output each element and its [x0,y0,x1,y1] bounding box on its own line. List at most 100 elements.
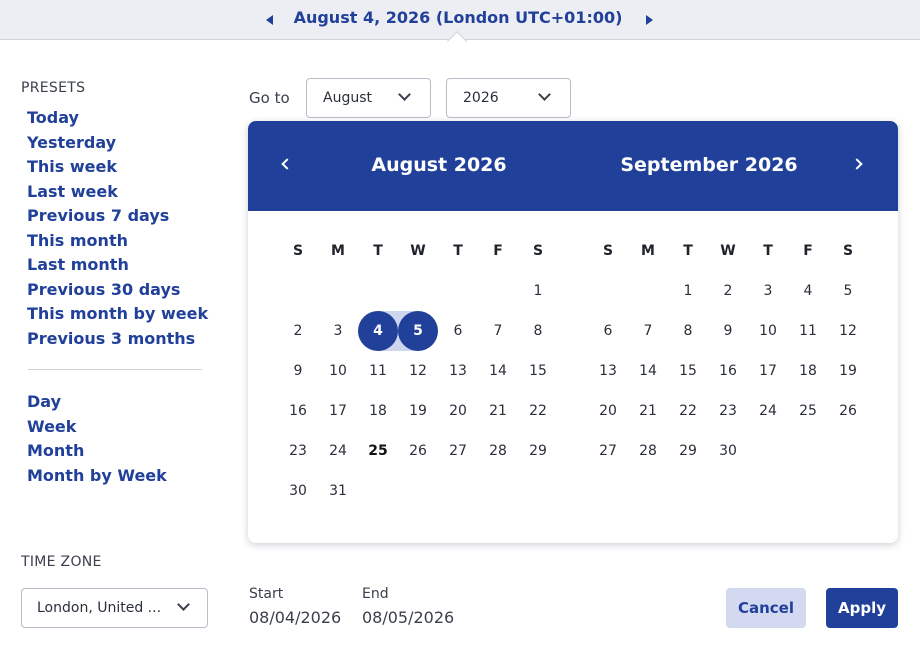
day-cell[interactable]: 22 [668,391,708,431]
day-number: 8 [533,323,543,339]
day-cell[interactable]: 15 [518,351,558,391]
day-cell[interactable]: 7 [478,311,518,351]
year-select[interactable]: 2026 [446,78,571,118]
view-month-by-week[interactable]: Month by Week [27,465,167,490]
day-cell[interactable]: 17 [318,391,358,431]
day-cell[interactable]: 22 [518,391,558,431]
weekday-label: S [532,243,544,259]
day-cell[interactable]: 17 [748,351,788,391]
day-cell[interactable]: 6 [588,311,628,351]
day-cell[interactable]: 13 [438,351,478,391]
day-cell-selected[interactable]: 4 [358,311,398,351]
day-cell[interactable]: 21 [478,391,518,431]
day-cell[interactable]: 29 [518,431,558,471]
day-cell[interactable]: 11 [788,311,828,351]
day-cell[interactable]: 15 [668,351,708,391]
day-cell[interactable]: 20 [588,391,628,431]
preset-yesterday[interactable]: Yesterday [27,132,208,157]
preset-today[interactable]: Today [27,107,208,132]
preset-this-month[interactable]: This month [27,230,208,255]
day-cell[interactable]: 26 [398,431,438,471]
month-select[interactable]: August [306,78,431,118]
day-cell[interactable]: 3 [318,311,358,351]
day-cell[interactable]: 2 [278,311,318,351]
day-number: 5 [843,283,853,299]
day-cell-selected[interactable]: 5 [398,311,438,351]
day-number: 19 [409,403,427,419]
day-number: 24 [759,403,777,419]
day-cell[interactable]: 23 [278,431,318,471]
day-cell[interactable]: 16 [278,391,318,431]
week-row: 13 14 15 16 17 18 19 [588,351,868,391]
day-cell[interactable]: 12 [398,351,438,391]
day-cell[interactable]: 6 [438,311,478,351]
day-cell[interactable]: 18 [358,391,398,431]
day-cell[interactable]: 26 [828,391,868,431]
month-grid-september: S M T W T F S 1 2 3 4 5 6 7 8 9 10 11 12 13 14 15 16 17 18 19 20 21… [588,231,868,471]
day-number: 5 [413,323,423,339]
day-number: 24 [329,443,347,459]
next-month-button[interactable] [851,156,868,172]
day-number: 2 [723,283,733,299]
weekday-label: F [493,243,503,259]
day-cell[interactable]: 18 [788,351,828,391]
day-cell[interactable]: 30 [278,471,318,511]
day-cell[interactable]: 27 [588,431,628,471]
day-number: 10 [759,323,777,339]
day-cell[interactable]: 23 [708,391,748,431]
day-cell[interactable]: 27 [438,431,478,471]
day-cell[interactable]: 16 [708,351,748,391]
day-cell[interactable]: 8 [518,311,558,351]
day-cell[interactable]: 28 [478,431,518,471]
preset-this-month-by-week[interactable]: This month by week [27,303,208,328]
day-cell[interactable]: 25 [788,391,828,431]
day-cell[interactable]: 30 [708,431,748,471]
preset-last-month[interactable]: Last month [27,254,208,279]
day-cell[interactable]: 19 [828,351,868,391]
day-cell[interactable]: 20 [438,391,478,431]
previous-month-button[interactable] [278,156,294,172]
timezone-select[interactable]: London, United ... [21,588,208,628]
current-date-title[interactable]: August 4, 2026 (London UTC+01:00) [290,8,626,27]
preset-last-week[interactable]: Last week [27,181,208,206]
cancel-button[interactable]: Cancel [726,588,806,628]
day-cell[interactable]: 7 [628,311,668,351]
day-cell[interactable]: 1 [518,271,558,311]
day-cell[interactable]: 14 [628,351,668,391]
view-week[interactable]: Week [27,416,167,441]
day-cell[interactable]: 10 [318,351,358,391]
day-cell[interactable]: 29 [668,431,708,471]
preset-previous-7-days[interactable]: Previous 7 days [27,205,208,230]
day-cell[interactable]: 4 [788,271,828,311]
preset-previous-30-days[interactable]: Previous 30 days [27,279,208,304]
day-number: 4 [373,323,383,339]
day-cell[interactable]: 28 [628,431,668,471]
day-cell[interactable]: 3 [748,271,788,311]
day-cell[interactable]: 14 [478,351,518,391]
preset-previous-3-months[interactable]: Previous 3 months [27,328,208,353]
previous-date-button[interactable] [263,12,277,28]
preset-this-week[interactable]: This week [27,156,208,181]
day-cell[interactable]: 9 [708,311,748,351]
day-cell[interactable]: 10 [748,311,788,351]
view-month[interactable]: Month [27,440,167,465]
day-cell[interactable]: 9 [278,351,318,391]
day-cell[interactable]: 24 [318,431,358,471]
day-cell[interactable]: 21 [628,391,668,431]
day-cell[interactable]: 12 [828,311,868,351]
view-day[interactable]: Day [27,391,167,416]
day-cell[interactable]: 11 [358,351,398,391]
next-date-button[interactable] [643,12,657,28]
day-cell[interactable]: 1 [668,271,708,311]
day-cell-today[interactable]: 25 [358,431,398,471]
day-cell[interactable]: 5 [828,271,868,311]
day-cell[interactable]: 13 [588,351,628,391]
apply-button[interactable]: Apply [826,588,898,628]
day-cell[interactable]: 2 [708,271,748,311]
timezone-heading: TIME ZONE [21,554,102,570]
day-cell[interactable]: 24 [748,391,788,431]
weekday-label: S [602,243,614,259]
day-cell[interactable]: 8 [668,311,708,351]
day-cell[interactable]: 31 [318,471,358,511]
day-cell[interactable]: 19 [398,391,438,431]
